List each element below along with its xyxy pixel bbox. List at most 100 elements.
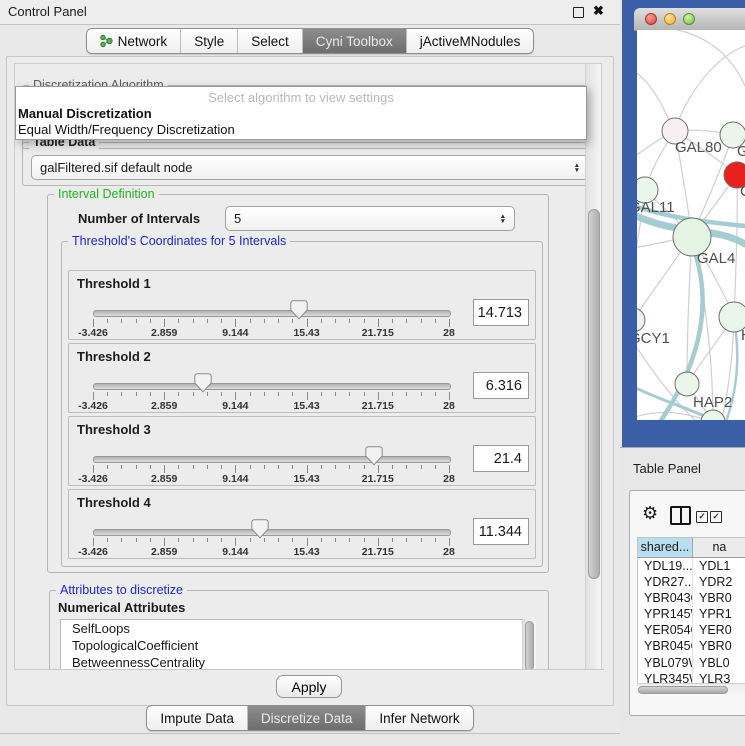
table-cell[interactable]: YPR145W — [638, 606, 693, 622]
stepper-icon: ▲▼ — [568, 163, 580, 173]
algorithm-dropdown-popup: Select algorithm to view settings Manual… — [15, 86, 587, 140]
table-panel-title: Table Panel — [633, 461, 701, 476]
table-panel: Table Panel ⚙ ✓ ✓ shared...naYDL19...YDL… — [620, 447, 745, 746]
attribute-item-topologicalcoefficient[interactable]: TopologicalCoefficient — [61, 637, 523, 654]
threshold-slider-thumb[interactable] — [194, 373, 212, 393]
tick-label: -3.426 — [78, 400, 108, 412]
algorithm-option-manual[interactable]: Manual Discretization — [18, 106, 152, 121]
tab-jactivemnodules[interactable]: jActiveMNodules — [406, 29, 534, 53]
scrollbar-thumb[interactable] — [588, 209, 600, 579]
table-row[interactable]: YBR045CYBR0 — [638, 638, 745, 654]
tab-select[interactable]: Select — [237, 29, 302, 53]
table-row[interactable]: YDR27...YDR2 — [638, 574, 745, 590]
tick-label: 15.43 — [293, 400, 319, 412]
tab-cyni-toolbox[interactable]: Cyni Toolbox — [302, 29, 406, 53]
float-panel-icon[interactable] — [573, 7, 584, 18]
tick-label: 21.715 — [362, 473, 394, 485]
table-cell[interactable]: YDL1 — [693, 558, 745, 574]
bottom-tab-impute-data[interactable]: Impute Data — [147, 706, 247, 730]
apply-button[interactable]: Apply — [276, 675, 342, 698]
network-canvas[interactable]: GAL80GACGAL11GAL4GCY1HHAP2 — [637, 30, 745, 420]
node-label: GAL80 — [675, 139, 722, 156]
scrollbar-thumb[interactable] — [638, 686, 728, 694]
table-data-combobox[interactable]: galFiltered.sif default node ▲▼ — [31, 155, 589, 180]
bottom-tab-label: Infer Network — [379, 711, 459, 726]
table-header-row: shared...na — [638, 538, 745, 558]
network-node-hap2[interactable] — [675, 372, 699, 396]
table-cell[interactable]: YBR0 — [693, 638, 745, 654]
bottom-strip — [0, 733, 620, 746]
threshold-slider-track[interactable] — [93, 456, 451, 463]
network-node-gcy1[interactable] — [637, 308, 645, 332]
bottom-tab-label: Impute Data — [160, 711, 234, 726]
tab-label: Style — [194, 34, 224, 49]
tab-label: Network — [118, 34, 168, 49]
tab-style[interactable]: Style — [180, 29, 237, 53]
attribute-item-selfloops[interactable]: SelfLoops — [61, 620, 523, 637]
close-window-icon[interactable] — [645, 13, 657, 25]
num-intervals-combobox[interactable]: 5 ▲▼ — [225, 206, 515, 231]
table-cell[interactable]: YPR1 — [693, 606, 745, 622]
tab-label: jActiveMNodules — [420, 34, 521, 49]
table-row[interactable]: YPR145WYPR1 — [638, 606, 745, 622]
close-panel-icon[interactable]: ✖ — [593, 3, 604, 19]
algorithm-option-equal-width[interactable]: Equal Width/Frequency Discretization — [18, 122, 235, 137]
gear-icon[interactable]: ⚙ — [642, 504, 658, 522]
threshold-panel-3: Threshold 3-3.4262.8599.14415.4321.71528… — [68, 416, 536, 486]
table-cell[interactable]: YDR2 — [693, 574, 745, 590]
checkbox-icon[interactable]: ✓ — [710, 511, 722, 523]
threshold-value-field[interactable]: 21.4 — [473, 445, 529, 472]
threshold-slider-track[interactable] — [93, 383, 451, 390]
threshold-slider-track[interactable] — [93, 529, 451, 536]
panel-vertical-scrollbar[interactable] — [585, 64, 602, 670]
zoom-window-icon[interactable] — [683, 13, 695, 25]
table-cell[interactable]: YDL19... — [638, 558, 693, 574]
table-cell[interactable]: YLR3 — [693, 671, 745, 684]
table-cell[interactable]: YBL079W — [638, 655, 693, 671]
table-cell[interactable]: YER0 — [693, 622, 745, 638]
node-table[interactable]: shared...naYDL19...YDL1YDR27...YDR2YBR04… — [637, 537, 745, 684]
tab-network[interactable]: Network — [87, 29, 181, 53]
table-cell[interactable]: YBL0 — [693, 655, 745, 671]
network-icon — [100, 34, 113, 48]
threshold-value-field[interactable]: 6.316 — [473, 372, 529, 399]
threshold-slider-thumb[interactable] — [251, 519, 269, 539]
table-horizontal-scrollbar[interactable] — [637, 683, 745, 696]
table-row[interactable]: YER054CYER0 — [638, 622, 745, 638]
threshold-slider-track[interactable] — [93, 310, 451, 317]
table-row[interactable]: YBR043CYBR0 — [638, 590, 745, 606]
attributes-group: Attributes to discretize Numerical Attri… — [49, 590, 549, 671]
column-header-1[interactable]: na — [693, 538, 745, 557]
network-node-8[interactable] — [701, 410, 725, 420]
threshold-slider-thumb[interactable] — [365, 446, 383, 466]
table-data-group: Table Data galFiltered.sif default node … — [22, 142, 596, 186]
table-cell[interactable]: YER054C — [638, 622, 693, 638]
control-panel: Control Panel ✖ NetworkStyleSelectCyni T… — [0, 0, 620, 745]
table-row[interactable]: YBL079WYBL0 — [638, 655, 745, 671]
numerical-attributes-list[interactable]: SelfLoopsTopologicalCoefficientBetweenne… — [60, 619, 524, 671]
table-row[interactable]: YDL19...YDL1 — [638, 558, 745, 574]
bottom-tab-discretize-data[interactable]: Discretize Data — [247, 706, 366, 730]
table-cell[interactable]: YLR345W — [638, 671, 693, 684]
column-header-0[interactable]: shared... — [638, 538, 693, 557]
minimize-window-icon[interactable] — [664, 13, 676, 25]
bottom-tab-infer-network[interactable]: Infer Network — [365, 706, 472, 730]
tick-label: 21.715 — [362, 327, 394, 339]
network-window-titlebar[interactable] — [634, 8, 745, 31]
table-cell[interactable]: YBR045C — [638, 638, 693, 654]
columns-icon[interactable] — [670, 506, 691, 525]
table-cell[interactable]: YBR043C — [638, 590, 693, 606]
threshold-value-field[interactable]: 11.344 — [473, 518, 529, 545]
table-row[interactable]: YLR345WYLR3 — [638, 671, 745, 684]
network-nodes: GAL80GACGAL11GAL4GCY1HHAP2 — [637, 118, 745, 420]
threshold-slider-thumb[interactable] — [290, 300, 308, 320]
attributes-list-scrollbar[interactable] — [522, 619, 536, 671]
scroll-viewport: Discretization Algorithm ▲▼ Select algor… — [14, 63, 602, 671]
table-cell[interactable]: YBR0 — [693, 590, 745, 606]
tick-label: 28 — [443, 400, 455, 412]
checkbox-icon[interactable]: ✓ — [696, 511, 708, 523]
threshold-value-field[interactable]: 14.713 — [473, 299, 529, 326]
tick-label: 28 — [443, 546, 455, 558]
scrollbar-thumb[interactable] — [525, 621, 534, 671]
table-cell[interactable]: YDR27... — [638, 574, 693, 590]
